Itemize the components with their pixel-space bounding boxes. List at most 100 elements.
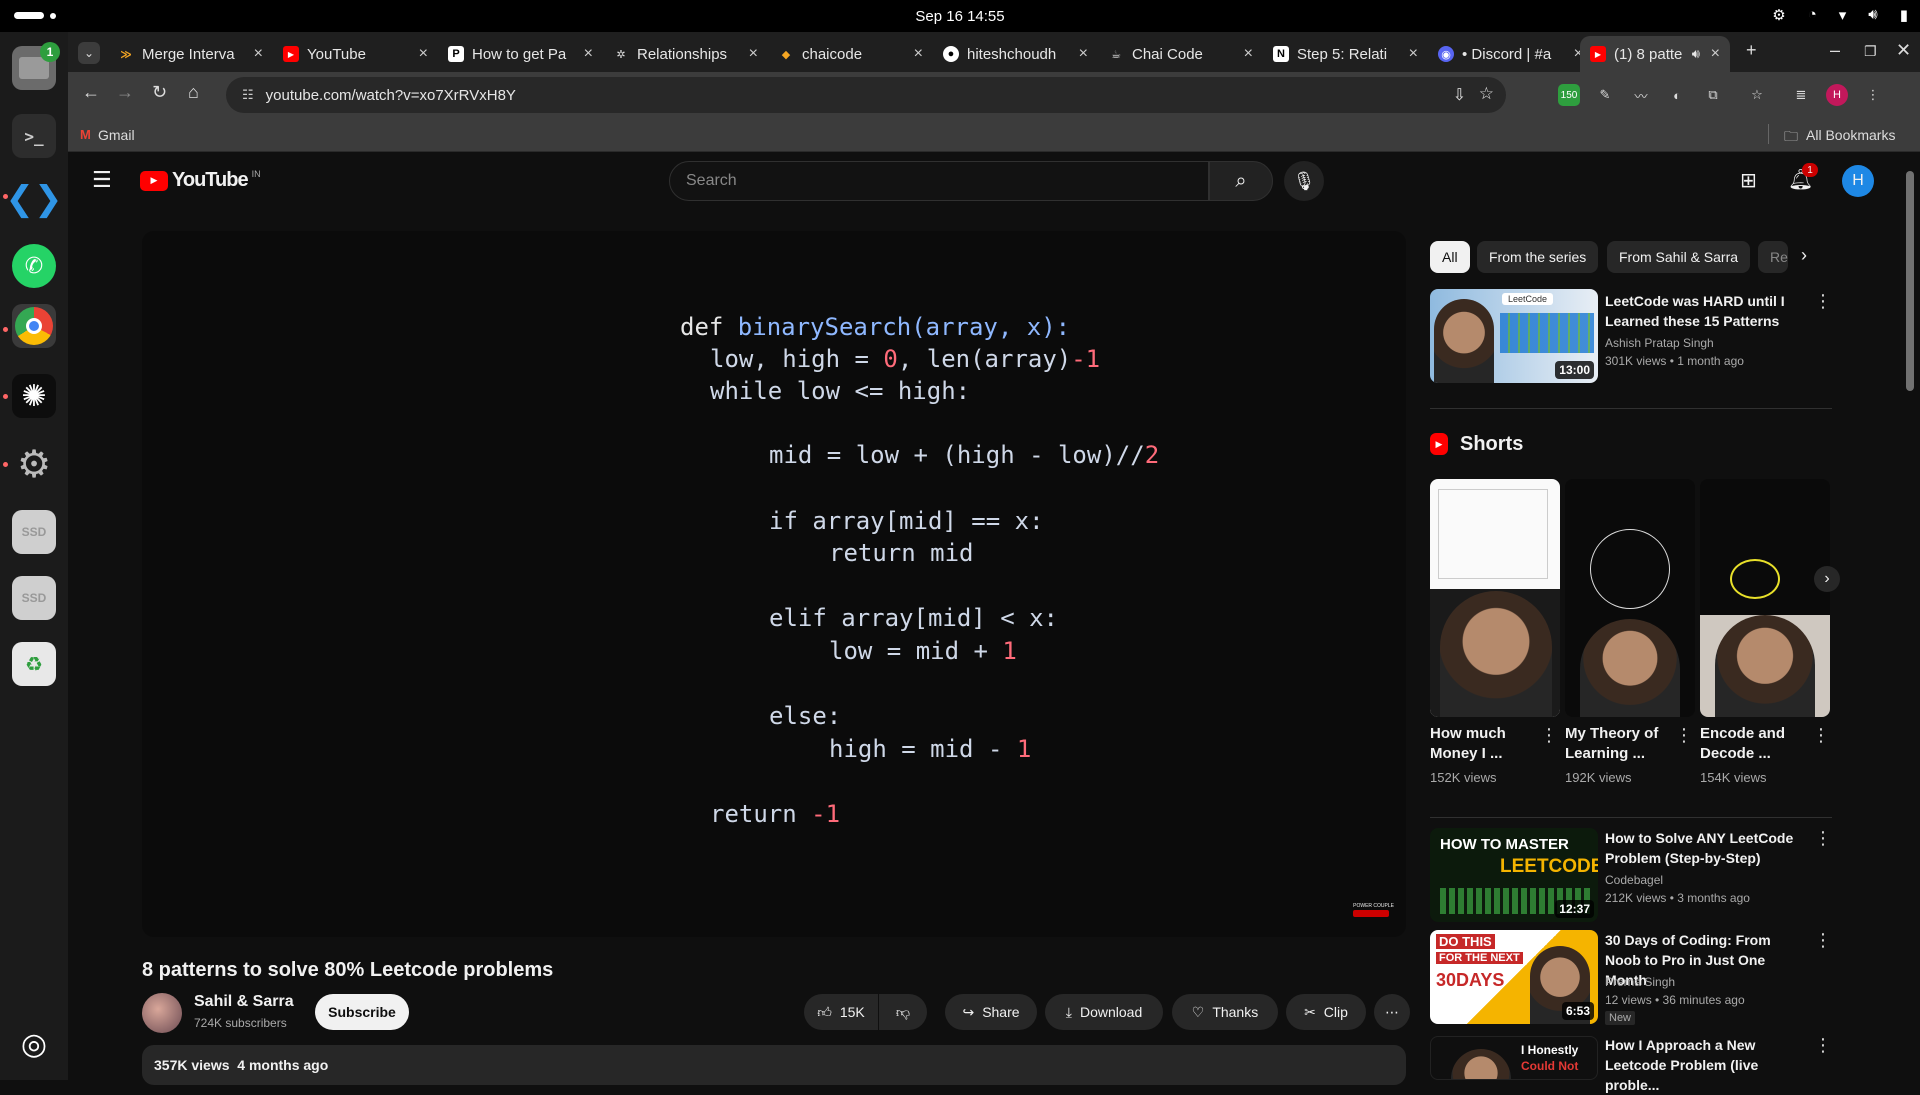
whatsapp-icon[interactable]: ✆	[12, 244, 56, 288]
bookmark-star-icon[interactable]: ☆	[1479, 84, 1494, 104]
tab-active-video[interactable]: ▶ (1) 8 patte 🔊︎ ×	[1580, 36, 1730, 72]
settings-icon[interactable]: ⚙	[12, 442, 56, 486]
video-channel[interactable]: Codebagel	[1605, 871, 1663, 889]
short-menu-icon[interactable]: ⋮	[1812, 725, 1830, 746]
video-thumbnail[interactable]: LeetCode 13:00	[1430, 289, 1598, 383]
short-title[interactable]: Encode and Decode ...	[1700, 724, 1800, 764]
forward-icon[interactable]: →	[116, 82, 134, 103]
show-apps-icon[interactable]: ◎	[12, 1022, 56, 1066]
clip-button[interactable]: ✂ Clip	[1286, 994, 1366, 1030]
system-clock[interactable]: Sep 16 14:55	[915, 8, 1004, 25]
site-info-icon[interactable]: ☷	[242, 87, 254, 103]
dislike-button[interactable]: 👎︎	[879, 994, 927, 1030]
video-thumbnail[interactable]: DO THIS FOR THE NEXT 30DAYS 6:53	[1430, 930, 1598, 1024]
description-box[interactable]: 357K views 4 months ago	[142, 1045, 1406, 1085]
address-bar[interactable]: ☷ youtube.com/watch?v=xo7XrRVxH8Y ⇩ ☆	[226, 77, 1506, 113]
pen-icon[interactable]: 〰	[1630, 84, 1652, 106]
bookmarks-star-icon[interactable]: ☆	[1746, 84, 1768, 106]
voice-search-button[interactable]: 🎙︎	[1284, 161, 1324, 201]
close-window-icon[interactable]: ✕	[1896, 40, 1911, 61]
extensions-icon[interactable]: ⧉	[1702, 84, 1724, 106]
channel-avatar[interactable]	[142, 993, 182, 1033]
close-tab-icon[interactable]: ×	[1244, 45, 1253, 63]
video-channel[interactable]: Ashish Pratap Singh	[1605, 334, 1714, 352]
system-tray[interactable]: ⚙ ◔ ▾ 🔊︎ ▮	[1772, 6, 1908, 24]
close-tab-icon[interactable]: ×	[749, 45, 758, 63]
shorts-next-icon[interactable]: ›	[1814, 566, 1840, 592]
close-tab-icon[interactable]: ×	[1409, 45, 1418, 63]
close-tab-icon[interactable]: ×	[1711, 45, 1720, 63]
tab-chai-code[interactable]: ☕︎ Chai Code ×	[1098, 36, 1263, 72]
tab-youtube[interactable]: ▶ YouTube ×	[273, 36, 438, 72]
video-menu-icon[interactable]: ⋮	[1814, 291, 1832, 312]
short-thumbnail[interactable]	[1565, 479, 1695, 717]
short-menu-icon[interactable]: ⋮	[1675, 725, 1693, 746]
tab-chaicode[interactable]: ◆ chaicode ×	[768, 36, 933, 72]
video-title[interactable]: LeetCode was HARD until I Learned these …	[1605, 291, 1795, 331]
tab-discord[interactable]: ◉ • Discord | #a ×	[1428, 36, 1593, 72]
audio-playing-icon[interactable]: 🔊︎	[1692, 46, 1700, 62]
close-tab-icon[interactable]: ×	[584, 45, 593, 63]
thanks-button[interactable]: ♡ Thanks	[1172, 994, 1278, 1030]
wifi-icon[interactable]: ▾	[1839, 6, 1847, 24]
tab-search-icon[interactable]: ⌄	[78, 42, 100, 64]
maximize-icon[interactable]: ❐	[1864, 43, 1877, 60]
tab-how-to-get[interactable]: P How to get Pa ×	[438, 36, 603, 72]
video-thumbnail[interactable]: HOW TO MASTER LEETCODE 12:37	[1430, 828, 1598, 922]
like-button[interactable]: 👍︎ 15K	[804, 994, 878, 1030]
terminal-icon[interactable]: >_	[12, 114, 56, 158]
channel-watermark[interactable]: POWER COUPLE	[1353, 903, 1394, 917]
vscode-icon[interactable]: ❮❯	[6, 177, 63, 221]
tab-step-5[interactable]: N Step 5: Relati ×	[1263, 36, 1428, 72]
short-menu-icon[interactable]: ⋮	[1540, 725, 1558, 746]
chip-re[interactable]: Re	[1758, 241, 1788, 273]
bookmark-gmail[interactable]: Gmail	[98, 127, 135, 143]
guide-menu-icon[interactable]: ☰	[92, 167, 112, 193]
short-title[interactable]: My Theory of Learning ...	[1565, 724, 1665, 764]
chrome-menu-icon[interactable]: ⋮	[1862, 84, 1884, 106]
subscribe-button[interactable]: Subscribe	[315, 994, 409, 1030]
extension-badge-icon[interactable]: 150	[1558, 84, 1580, 106]
minimize-icon[interactable]: –	[1830, 40, 1840, 61]
download-button[interactable]: ⤓ Download	[1045, 994, 1163, 1030]
video-thumbnail[interactable]: I Honestly Could Not	[1430, 1036, 1598, 1080]
video-menu-icon[interactable]: ⋮	[1814, 930, 1832, 951]
media-control-icon[interactable]: ≣	[1790, 84, 1812, 106]
account-avatar[interactable]: H	[1842, 165, 1874, 197]
eyedropper-icon[interactable]: ✎	[1594, 84, 1616, 106]
search-input[interactable]: Search	[669, 161, 1209, 201]
chip-from-the-series[interactable]: From the series	[1477, 241, 1599, 273]
trash-icon[interactable]: ♻	[12, 642, 56, 686]
close-tab-icon[interactable]: ×	[1079, 45, 1088, 63]
profile-avatar[interactable]: H	[1826, 84, 1848, 106]
dark-reader-icon[interactable]: ◐	[1666, 84, 1688, 106]
home-icon[interactable]: ⌂	[188, 82, 199, 103]
close-tab-icon[interactable]: ×	[254, 45, 263, 63]
install-app-icon[interactable]: ⇩	[1453, 85, 1466, 105]
activities-indicator[interactable]	[14, 12, 44, 19]
create-video-icon[interactable]: ⊞	[1740, 168, 1757, 193]
volume-icon[interactable]: 🔊︎	[1868, 6, 1877, 24]
tab-github[interactable]: ● hiteshchoudh ×	[933, 36, 1098, 72]
channel-name[interactable]: Sahil & Sarra	[194, 993, 294, 1011]
battery-icon[interactable]: ▮	[1900, 6, 1908, 24]
video-title[interactable]: How to Solve ANY LeetCode Problem (Step-…	[1605, 828, 1805, 868]
files-icon[interactable]: 1	[12, 42, 60, 90]
close-tab-icon[interactable]: ×	[419, 45, 428, 63]
chatgpt-icon[interactable]: ✺	[12, 374, 56, 418]
chrome-icon[interactable]	[12, 304, 56, 348]
short-thumbnail[interactable]	[1430, 479, 1560, 717]
new-tab-icon[interactable]: +	[1746, 40, 1757, 61]
tab-merge-intervals[interactable]: ≫ Merge Interva ×	[108, 36, 273, 72]
more-actions-button[interactable]: ⋯	[1374, 994, 1410, 1030]
ssd-drive-icon[interactable]: SSD	[12, 510, 56, 554]
close-tab-icon[interactable]: ×	[914, 45, 923, 63]
short-thumbnail[interactable]	[1700, 479, 1830, 717]
share-button[interactable]: ↪ Share	[945, 994, 1037, 1030]
short-title[interactable]: How much Money I ...	[1430, 724, 1530, 764]
video-channel[interactable]: Prerna Singh	[1605, 973, 1675, 991]
search-button[interactable]: ⌕	[1209, 161, 1273, 201]
video-player[interactable]: def binarySearch(array, x): low, high = …	[142, 231, 1406, 937]
youtube-logo[interactable]: ▶ YouTube IN	[140, 169, 261, 192]
steam-icon[interactable]: ⚙	[1772, 6, 1785, 24]
